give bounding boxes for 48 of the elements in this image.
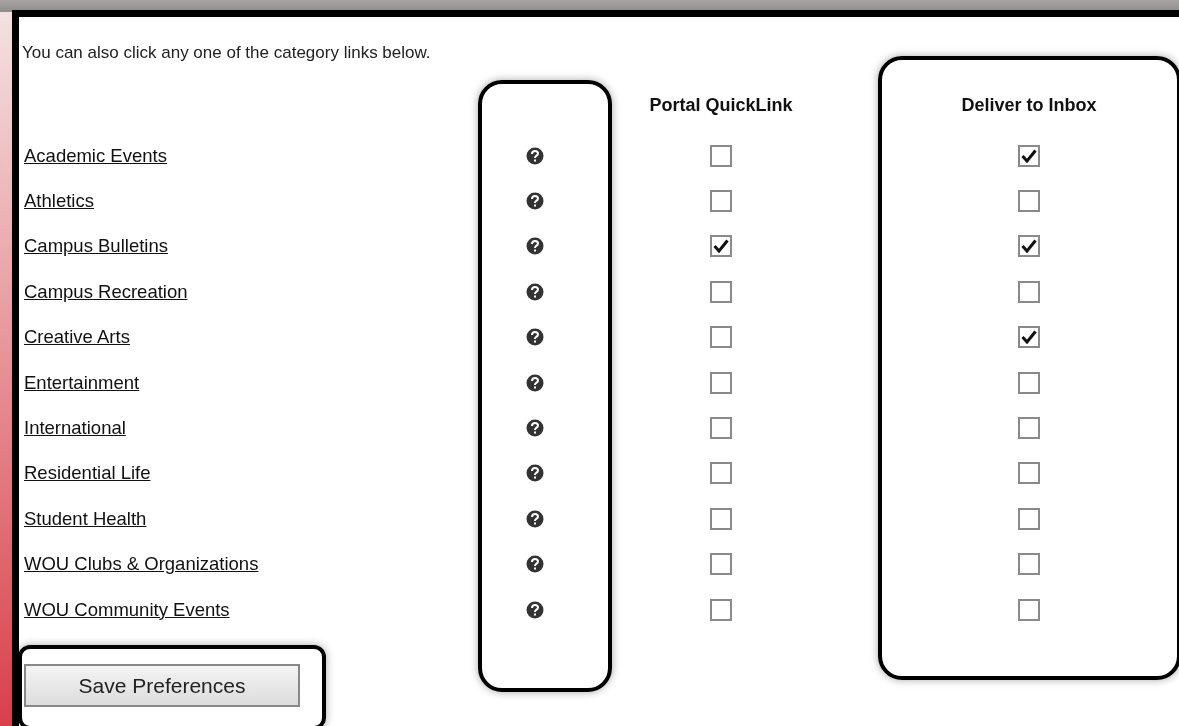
checkbox[interactable] [710,235,732,258]
checkbox[interactable] [710,462,732,485]
save-preferences-button[interactable]: Save Preferences [24,664,300,708]
category-link[interactable]: Entertainment [24,371,140,394]
checkbox[interactable] [1018,598,1040,621]
category-link[interactable]: WOU Community Events [24,598,230,621]
help-icon[interactable] [526,192,544,211]
checkbox[interactable] [710,326,732,349]
help-icon[interactable] [526,509,544,528]
help-icon[interactable] [526,600,544,619]
checkbox[interactable] [1018,280,1040,303]
checkbox[interactable] [1018,553,1040,576]
checkbox[interactable] [1018,326,1040,349]
category-link[interactable]: Campus Bulletins [24,235,168,258]
column-header: Portal QuickLink [648,95,794,116]
category-link[interactable]: Student Health [24,507,147,530]
category-link[interactable]: Athletics [24,190,94,213]
checkbox[interactable] [1018,235,1040,258]
checkbox[interactable] [1018,507,1040,530]
help-icon[interactable] [526,464,544,483]
checkbox[interactable] [1018,144,1040,167]
help-icon[interactable] [526,373,544,392]
category-link[interactable]: Academic Events [24,144,167,167]
help-icon[interactable] [526,282,544,301]
checkbox[interactable] [710,144,732,167]
help-icon[interactable] [526,555,544,574]
checkbox[interactable] [1018,190,1040,213]
help-icon[interactable] [526,328,544,347]
checkbox[interactable] [710,280,732,303]
checkbox[interactable] [710,190,732,213]
checkbox[interactable] [1018,462,1040,485]
checkbox[interactable] [710,507,732,530]
checkbox[interactable] [1018,371,1040,394]
checkbox[interactable] [1018,417,1040,440]
help-icon[interactable] [526,237,544,256]
checkbox[interactable] [710,598,732,621]
help-icon[interactable] [526,146,544,165]
checkbox[interactable] [710,371,732,394]
intro-text: You can also click any one of the category links below. [22,43,432,63]
help-icon[interactable] [526,419,544,438]
category-link[interactable]: Residential Life [24,462,151,485]
checkbox[interactable] [710,417,732,440]
category-link[interactable]: Campus Recreation [24,280,188,303]
category-link[interactable]: Creative Arts [24,326,130,349]
checkbox[interactable] [710,553,732,576]
category-link[interactable]: WOU Clubs & Organizations [24,553,259,576]
column-header: Deliver to Inbox [960,95,1098,116]
category-link[interactable]: International [24,417,126,440]
